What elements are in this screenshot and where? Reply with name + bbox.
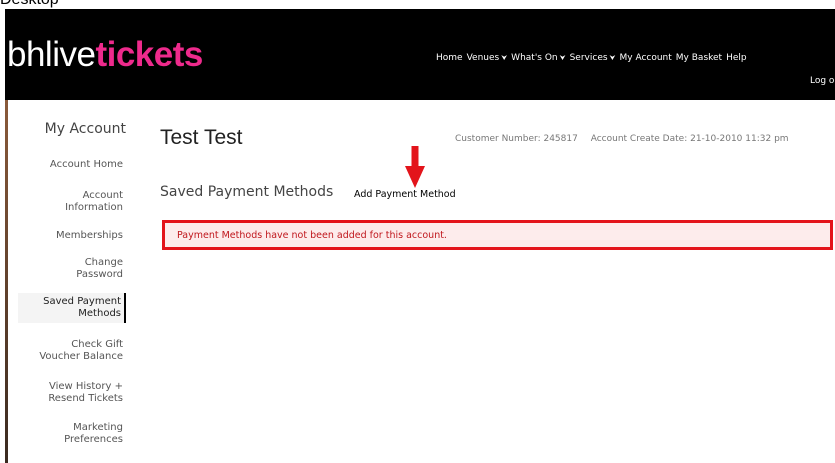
sidebar-item-label: Methods [78, 308, 121, 319]
sidebar-item-label: Saved Payment [43, 296, 121, 307]
sidebar-item-check-gift-voucher-balance[interactable]: Check Gift Voucher Balance [39, 339, 123, 363]
nav-item-label: Services [569, 53, 608, 63]
page-label: Desktop [0, 0, 59, 9]
site-logo[interactable]: bhlivetickets [7, 35, 203, 75]
sidebar-item-label: Marketing [73, 422, 123, 433]
sidebar-item-label: Resend Tickets [48, 393, 123, 404]
sidebar-item-label: Voucher Balance [39, 351, 123, 362]
no-payment-methods-alert: Payment Methods have not been added for … [162, 220, 833, 250]
account-sidebar: My Account Account Home Account Informatio… [8, 100, 126, 463]
nav-item-label: What's On [511, 53, 558, 63]
sidebar-item-account-information[interactable]: Account Information [65, 190, 123, 214]
sidebar-item-marketing-preferences[interactable]: Marketing Preferences [64, 422, 123, 446]
customer-number-value: 245817 [543, 134, 578, 144]
section-title: Saved Payment Methods [160, 184, 334, 200]
sidebar-item-memberships[interactable]: Memberships [56, 230, 123, 242]
sidebar-item-label: Account Home [49, 159, 123, 170]
customer-number-label: Customer Number: [455, 134, 541, 144]
nav-item-my-basket[interactable]: My Basket [676, 52, 722, 64]
sidebar-item-saved-payment-methods[interactable]: Saved Payment Methods [18, 293, 126, 323]
nav-item-home[interactable]: Home [436, 52, 463, 64]
sidebar-item-view-history-resend-tickets[interactable]: View History + Resend Tickets [48, 381, 123, 405]
create-date-label: Account Create Date: [590, 134, 688, 144]
nav-item-label: Home [436, 53, 463, 63]
chevron-down-icon: ⮟ [559, 54, 566, 62]
alert-message: Payment Methods have not been added for … [177, 230, 447, 241]
sidebar-item-label: Check Gift [71, 339, 123, 350]
sidebar-item-label: Memberships [55, 230, 123, 241]
account-meta: Customer Number: 245817 Account Create D… [455, 133, 789, 145]
nav-item-label: My Account [619, 53, 672, 63]
nav-item-label: My Basket [675, 53, 723, 63]
logo-text-tickets: tickets [95, 35, 203, 74]
chevron-down-icon: ⮟ [609, 54, 616, 62]
sidebar-title: My Account [44, 121, 126, 137]
logo-text-bhlive: bhlive [7, 35, 96, 74]
nav-item-what-s-on[interactable]: What's On ⮟ [511, 52, 565, 64]
site-header: bhlivetickets Home Venues ⮟ What's On ⮟ Servi… [5, 9, 835, 100]
sidebar-item-change-password[interactable]: Change Password [76, 257, 123, 281]
logout-link[interactable]: Log o [810, 75, 834, 87]
nav-item-label: Help [726, 53, 747, 63]
page-title: Test Test [160, 126, 243, 149]
main-nav: Home Venues ⮟ What's On ⮟ Services ⮟ My Account… [436, 52, 751, 64]
nav-item-services[interactable]: Services ⮟ [570, 52, 616, 64]
nav-item-label: Venues [466, 53, 500, 63]
nav-item-my-account[interactable]: My Account [620, 52, 672, 64]
sidebar-item-label: Preferences [64, 434, 123, 445]
sidebar-item-label: Account [82, 190, 123, 201]
add-payment-method-link[interactable]: Add Payment Method [354, 189, 456, 201]
annotation-arrow-icon [405, 146, 425, 188]
sidebar-item-label: Password [76, 269, 123, 280]
nav-item-venues[interactable]: Venues ⮟ [467, 52, 508, 64]
create-date-value: 21-10-2010 11:32 pm [690, 134, 789, 144]
sidebar-item-label: Information [65, 202, 123, 213]
chevron-down-icon: ⮟ [501, 54, 508, 62]
sidebar-item-account-home[interactable]: Account Home [50, 159, 123, 171]
nav-item-help[interactable]: Help [726, 52, 747, 64]
sidebar-item-label: View History + [48, 381, 123, 392]
sidebar-item-label: Change [84, 257, 123, 268]
